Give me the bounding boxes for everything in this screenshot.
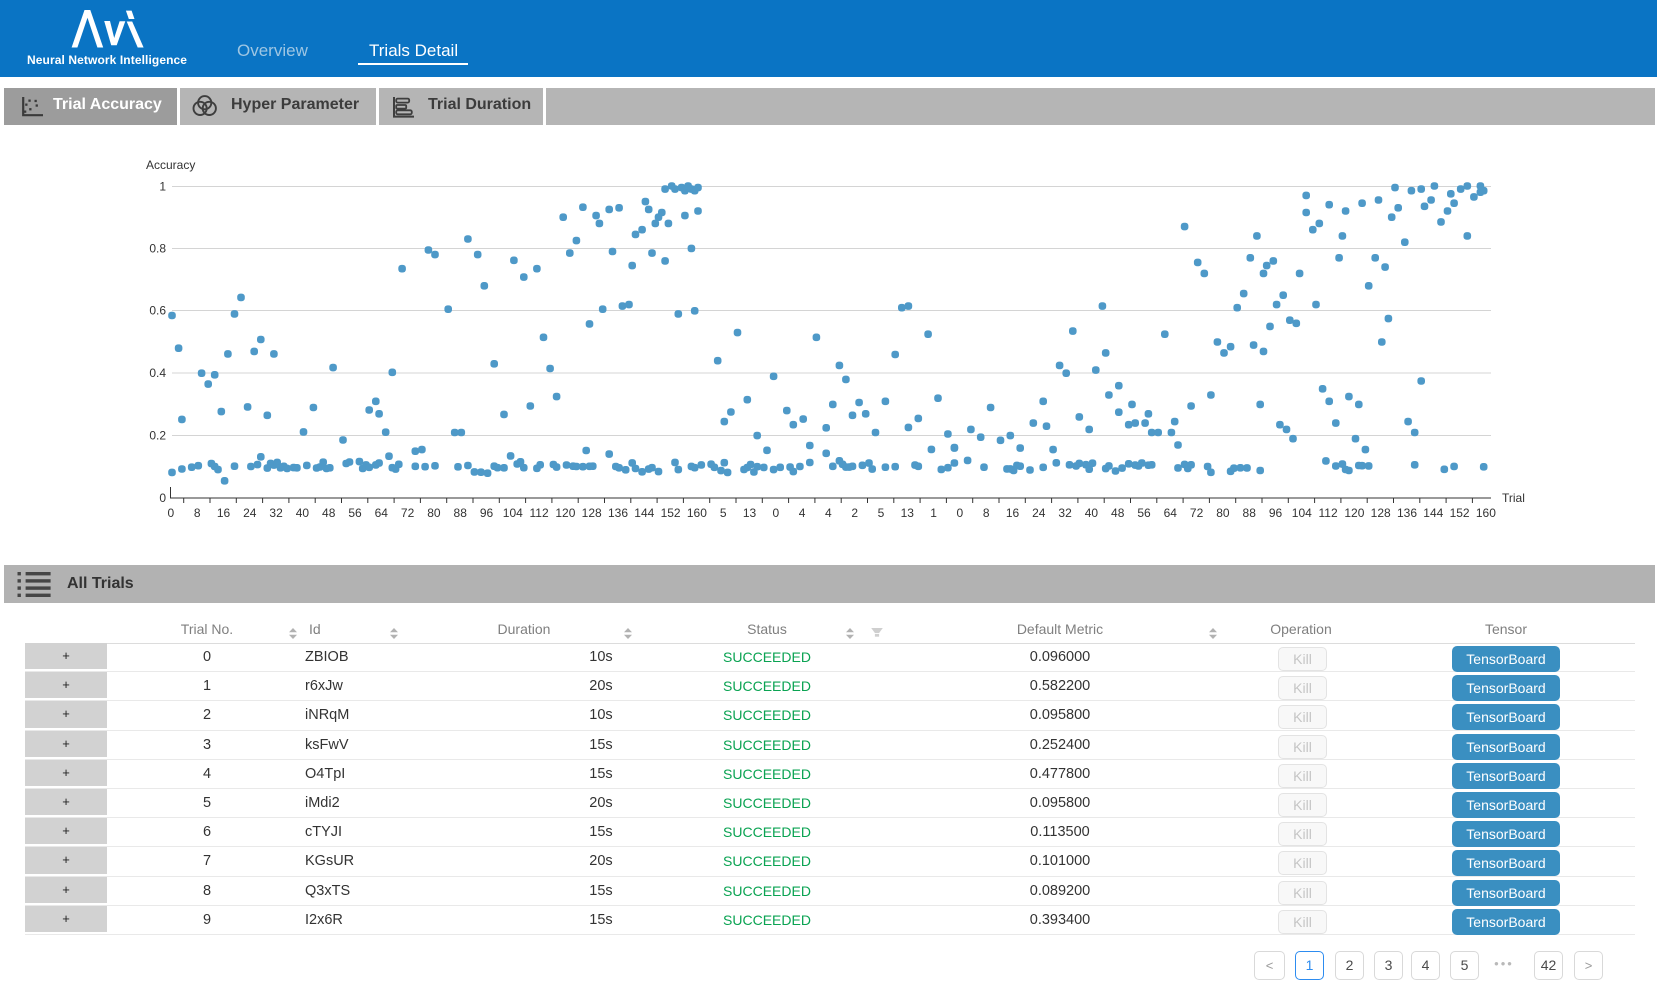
svg-text:40: 40 xyxy=(296,506,310,520)
svg-text:120: 120 xyxy=(1344,506,1364,520)
svg-text:Accuracy: Accuracy xyxy=(146,158,195,172)
svg-text:104: 104 xyxy=(1292,506,1312,520)
svg-text:1: 1 xyxy=(159,180,166,194)
svg-text:24: 24 xyxy=(243,506,257,520)
svg-text:4: 4 xyxy=(799,506,806,520)
svg-text:0: 0 xyxy=(957,506,964,520)
svg-text:160: 160 xyxy=(1476,506,1496,520)
svg-text:0.2: 0.2 xyxy=(149,429,166,443)
svg-text:152: 152 xyxy=(661,506,681,520)
svg-text:56: 56 xyxy=(1137,506,1151,520)
svg-text:0: 0 xyxy=(168,506,175,520)
svg-text:0.6: 0.6 xyxy=(149,304,166,318)
svg-text:112: 112 xyxy=(1319,506,1338,520)
svg-text:56: 56 xyxy=(348,506,362,520)
svg-text:88: 88 xyxy=(454,506,468,520)
svg-text:13: 13 xyxy=(743,506,757,520)
svg-text:4: 4 xyxy=(825,506,832,520)
svg-text:48: 48 xyxy=(322,506,336,520)
svg-text:48: 48 xyxy=(1111,506,1125,520)
svg-text:0.4: 0.4 xyxy=(149,366,166,380)
svg-text:152: 152 xyxy=(1450,506,1470,520)
svg-text:80: 80 xyxy=(427,506,441,520)
svg-text:120: 120 xyxy=(555,506,575,520)
svg-text:2: 2 xyxy=(851,506,858,520)
svg-text:96: 96 xyxy=(1269,506,1283,520)
svg-text:96: 96 xyxy=(480,506,494,520)
svg-text:16: 16 xyxy=(1006,506,1020,520)
svg-text:Trial: Trial xyxy=(1502,491,1525,505)
svg-text:136: 136 xyxy=(608,506,628,520)
svg-text:16: 16 xyxy=(217,506,231,520)
svg-text:72: 72 xyxy=(401,506,415,520)
svg-text:8: 8 xyxy=(194,506,201,520)
svg-text:144: 144 xyxy=(1423,506,1443,520)
svg-text:0: 0 xyxy=(772,506,779,520)
svg-text:72: 72 xyxy=(1190,506,1204,520)
svg-text:8: 8 xyxy=(983,506,990,520)
svg-text:144: 144 xyxy=(634,506,654,520)
svg-text:40: 40 xyxy=(1085,506,1099,520)
svg-text:64: 64 xyxy=(1164,506,1178,520)
svg-text:32: 32 xyxy=(1058,506,1072,520)
svg-text:0.8: 0.8 xyxy=(149,242,166,256)
svg-text:64: 64 xyxy=(375,506,389,520)
svg-text:128: 128 xyxy=(1371,506,1391,520)
svg-text:88: 88 xyxy=(1243,506,1257,520)
svg-text:160: 160 xyxy=(687,506,707,520)
svg-text:104: 104 xyxy=(503,506,523,520)
svg-text:32: 32 xyxy=(269,506,283,520)
svg-text:13: 13 xyxy=(901,506,915,520)
svg-text:112: 112 xyxy=(530,506,549,520)
svg-text:5: 5 xyxy=(878,506,885,520)
svg-text:136: 136 xyxy=(1397,506,1417,520)
svg-text:128: 128 xyxy=(582,506,602,520)
svg-text:24: 24 xyxy=(1032,506,1046,520)
svg-text:0: 0 xyxy=(159,491,166,505)
svg-text:5: 5 xyxy=(720,506,727,520)
svg-text:80: 80 xyxy=(1216,506,1230,520)
svg-text:1: 1 xyxy=(930,506,937,520)
